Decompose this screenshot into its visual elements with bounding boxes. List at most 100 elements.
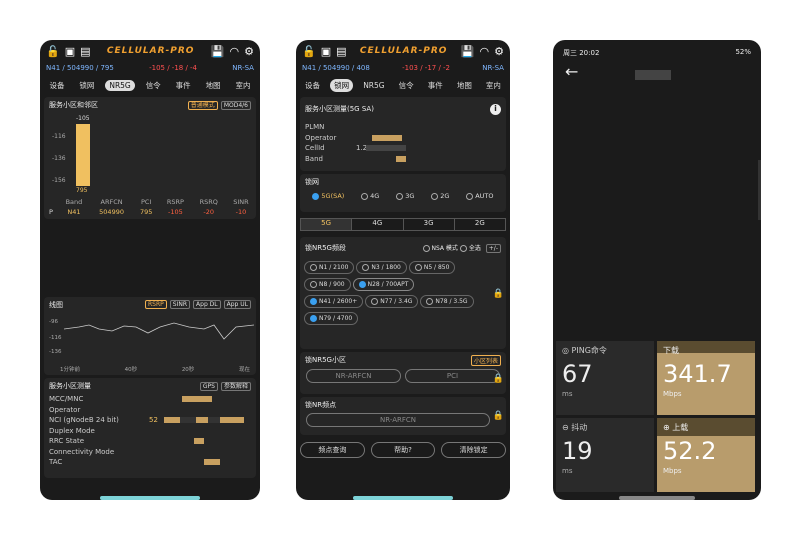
app-logo: CELLULAR-PRO — [106, 46, 195, 56]
band-label: N5 / 850 — [423, 264, 450, 271]
seg-2g[interactable]: 2G — [453, 219, 505, 230]
save-icon[interactable]: 💾 — [211, 45, 225, 58]
band-pill[interactable]: N1 / 2100 — [304, 261, 355, 274]
y-tick: -96 — [49, 319, 58, 325]
speedometer-icon[interactable]: ◠ — [230, 45, 240, 58]
gear-icon[interactable]: ⚙ — [494, 45, 504, 58]
tab-device[interactable]: 设备 — [45, 79, 68, 92]
invert-chip[interactable]: +/- — [485, 244, 501, 253]
band-label: N41 / 2600+ — [319, 298, 358, 305]
kv-label: Band — [305, 154, 323, 163]
band-pill[interactable]: N77 / 3.4G — [365, 295, 419, 308]
unlock-icon[interactable]: 🔓 — [302, 45, 316, 58]
tab-lock[interactable]: 锁网 — [75, 79, 98, 92]
tab-nr5g[interactable]: NR5G — [359, 80, 388, 91]
tab-nr5g[interactable]: NR5G — [105, 79, 135, 91]
unlock-icon[interactable]: 🔓 — [46, 45, 60, 58]
tab-signaling[interactable]: 信令 — [142, 79, 165, 92]
panel-title: 服务小区和邻区 — [49, 101, 98, 109]
clipboard-icon[interactable]: ▤ — [80, 45, 90, 58]
lock-icon[interactable]: 🔒 — [493, 411, 504, 421]
radio-3g[interactable]: 3G — [396, 192, 414, 200]
redacted-value — [204, 459, 220, 465]
freq-arfcn-input[interactable]: NR-ARFCN — [306, 413, 490, 427]
arfcn-input[interactable]: NR-ARFCN — [306, 369, 401, 383]
params-chip[interactable]: 参数解释 — [220, 382, 251, 391]
serving-neighbor-panel: 服务小区和邻区 普通模式 MOD4/6 -116 -136 -156 -105 7… — [44, 97, 256, 219]
rsrp-chip[interactable]: RSRP — [145, 300, 167, 309]
band-pill[interactable]: N3 / 1800 — [356, 261, 407, 274]
measure-title: 服务小区测量 — [49, 382, 91, 390]
seg-4g[interactable]: 4G — [351, 219, 402, 230]
band-pill[interactable]: N79 / 4700 — [304, 312, 359, 325]
sim-icon[interactable]: ▣ — [65, 45, 75, 58]
clock: 周三 20:02 — [563, 49, 600, 57]
band-pill[interactable]: N5 / 850 — [408, 261, 456, 274]
lock-icon[interactable]: 🔒 — [493, 289, 504, 299]
kv-row: Operator — [44, 405, 256, 416]
band-label: N1 / 2100 — [319, 264, 349, 271]
speedometer-icon[interactable]: ◠ — [480, 45, 490, 58]
help-button[interactable]: 帮助? — [370, 442, 436, 458]
y-tick: -136 — [49, 349, 62, 355]
rsrp-line — [64, 322, 254, 340]
signal-bar — [76, 124, 90, 186]
normal-mode-chip[interactable]: 普通模式 — [187, 101, 218, 110]
tab-lock[interactable]: 锁网 — [330, 78, 354, 92]
save-icon[interactable]: 💾 — [461, 45, 475, 58]
band-pill[interactable]: N78 / 3.5G — [420, 295, 474, 308]
col-header: Band — [65, 198, 83, 206]
freq-query-button[interactable]: 频点查询 — [300, 442, 365, 458]
radio-5g-sa[interactable]: 5G(SA) — [312, 192, 344, 200]
sim-icon[interactable]: ▣ — [321, 45, 331, 58]
cell: P — [49, 208, 53, 216]
scrollbar[interactable] — [758, 160, 761, 220]
tab-map[interactable]: 地图 — [453, 79, 476, 92]
nsa-option[interactable]: NSA 模式 — [432, 245, 458, 252]
cell-list-chip[interactable]: 小区列表 — [470, 355, 501, 366]
y-tick: -116 — [52, 133, 66, 140]
band-pill[interactable]: N41 / 2600+ — [304, 295, 364, 308]
table-row[interactable]: P N41 504990 795 -105 -20 -10 — [44, 207, 256, 217]
select-all-option[interactable]: 全选 — [469, 245, 481, 252]
seg-5g[interactable]: 5G — [301, 219, 352, 230]
clipboard-icon[interactable]: ▤ — [336, 45, 346, 58]
app-ul-chip[interactable]: App UL — [223, 300, 251, 309]
sinr-chip[interactable]: SINR — [169, 300, 191, 309]
radio-2g[interactable]: 2G — [431, 192, 449, 200]
mod46-chip[interactable]: MOD4/6 — [220, 101, 251, 110]
cell: 504990 — [99, 208, 124, 216]
nci-value: 52 — [149, 416, 158, 424]
radio-4g[interactable]: 4G — [361, 192, 379, 200]
app-dl-chip[interactable]: App DL — [193, 300, 221, 309]
kv-row: TAC — [44, 457, 256, 468]
band-pill[interactable]: N28 / 700APT — [352, 278, 415, 291]
clear-lock-button[interactable]: 清除锁定 — [441, 442, 507, 458]
band-pill[interactable]: N8 / 900 — [304, 278, 351, 291]
radio-label: 3G — [405, 192, 415, 200]
info-icon[interactable]: i — [490, 104, 501, 115]
radio-auto[interactable]: AUTO — [466, 192, 494, 200]
tab-events[interactable]: 事件 — [172, 79, 195, 92]
kv-label: Operator — [49, 405, 81, 414]
home-indicator[interactable] — [619, 496, 695, 500]
tab-indoor[interactable]: 室内 — [482, 79, 505, 92]
tab-events[interactable]: 事件 — [424, 79, 447, 92]
tab-indoor[interactable]: 室内 — [232, 79, 255, 92]
tab-map[interactable]: 地图 — [202, 79, 225, 92]
tab-device[interactable]: 设备 — [301, 79, 324, 92]
home-indicator[interactable] — [353, 496, 453, 500]
tab-signaling[interactable]: 信令 — [395, 79, 418, 92]
redacted-value — [164, 417, 244, 423]
x-tick: 40秒 — [124, 367, 138, 373]
y-tick: -136 — [52, 155, 66, 162]
gps-chip[interactable]: GPS — [199, 382, 218, 391]
jitter-value: 19 — [562, 437, 593, 465]
seg-3g[interactable]: 3G — [402, 219, 454, 230]
home-indicator[interactable] — [100, 496, 200, 500]
gear-icon[interactable]: ⚙ — [244, 45, 254, 58]
radio-label: 5G(SA) — [321, 192, 345, 200]
y-tick: -156 — [52, 177, 66, 184]
pci-input[interactable]: PCI — [405, 369, 500, 383]
lock-icon[interactable]: 🔒 — [493, 374, 504, 384]
